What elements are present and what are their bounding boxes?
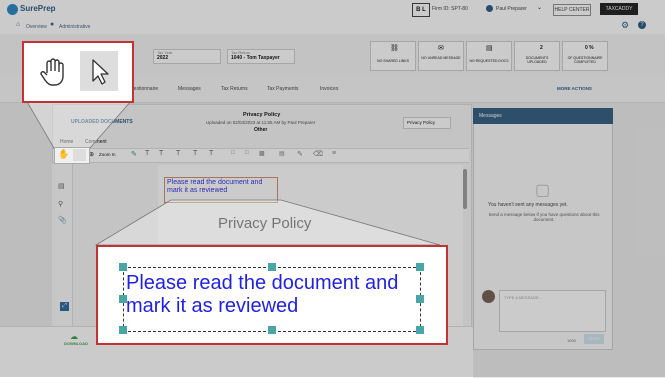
resize-handle[interactable]	[119, 263, 127, 271]
resize-handle[interactable]	[268, 263, 276, 271]
hand-tool[interactable]	[34, 53, 72, 91]
resize-handle[interactable]	[416, 326, 424, 334]
annotation-text-zoomed: Please read the document and mark it as …	[126, 272, 399, 317]
resize-handle[interactable]	[119, 295, 127, 303]
annotation-box[interactable]: Please read the document and mark it as …	[123, 267, 421, 332]
pointer-icon[interactable]	[73, 149, 86, 161]
highlight-tool-icons: ✋	[54, 147, 90, 164]
hand-icon	[40, 58, 64, 86]
callout-tools	[22, 41, 134, 103]
select-tool[interactable]	[80, 51, 118, 91]
resize-handle[interactable]	[119, 326, 127, 334]
pointer-icon	[92, 59, 109, 85]
resize-handle[interactable]	[416, 295, 424, 303]
resize-handle[interactable]	[268, 326, 276, 334]
resize-handle[interactable]	[416, 263, 424, 271]
callout-annotation: Please read the document and mark it as …	[96, 245, 448, 345]
hand-icon[interactable]: ✋	[58, 149, 69, 160]
